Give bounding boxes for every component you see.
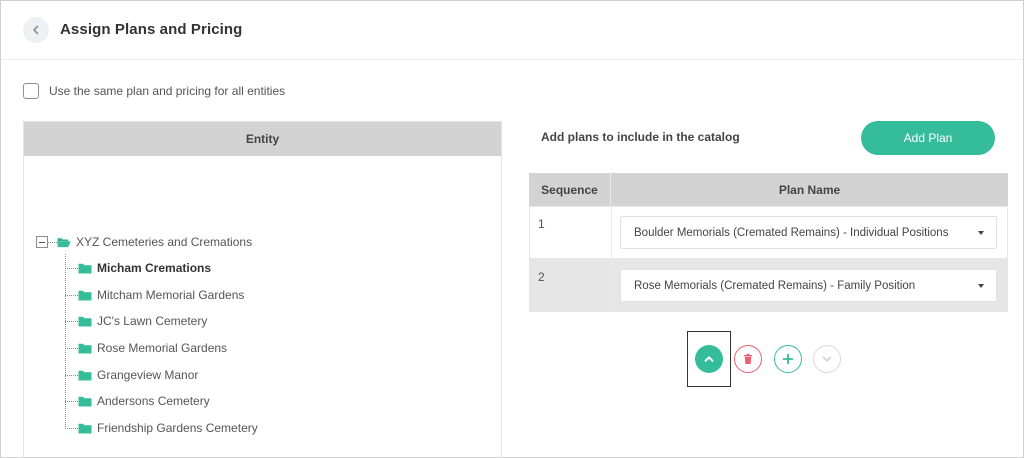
plan-select-value: Rose Memorials (Cremated Remains) - Fami… — [634, 279, 916, 292]
entity-panel: Entity XYZ Cemeteries and Cremations Mic… — [23, 121, 502, 458]
tree-node-mitcham-memorial-gardens[interactable]: Mitcham Memorial Gardens — [65, 285, 244, 305]
folder-icon — [78, 290, 92, 300]
plans-intro-text: Add plans to include in the catalog — [541, 130, 740, 144]
tree-node-andersons-cemetery[interactable]: Andersons Cemetery — [65, 391, 210, 411]
tree-root-label: XYZ Cemeteries and Cremations — [76, 235, 253, 249]
add-plan-button[interactable]: Add Plan — [861, 121, 995, 155]
trash-icon — [744, 353, 752, 364]
entity-header: Entity — [24, 122, 501, 156]
folder-icon — [78, 316, 92, 326]
row-actions — [687, 331, 847, 387]
tree-node-label: Mitcham Memorial Gardens — [97, 288, 245, 302]
folder-icon — [78, 370, 92, 380]
tree-node-label: Rose Memorial Gardens — [97, 341, 228, 355]
plans-table-header: Sequence Plan Name — [529, 173, 1008, 206]
delete-row-button[interactable] — [734, 345, 762, 373]
back-button[interactable] — [23, 17, 49, 43]
tree-node-rose-memorial-gardens[interactable]: Rose Memorial Gardens — [65, 338, 227, 358]
page-title: Assign Plans and Pricing — [60, 21, 243, 38]
tree-node-label: Friendship Gardens Cemetery — [97, 421, 258, 435]
entity-tree: XYZ Cemeteries and Cremations Micham Cre… — [24, 156, 501, 456]
add-row-button[interactable] — [774, 345, 802, 373]
same-plan-option[interactable]: Use the same plan and pricing for all en… — [23, 83, 285, 99]
folder-icon — [78, 263, 92, 273]
plan-select-value: Boulder Memorials (Cremated Remains) - I… — [634, 226, 949, 239]
tree-node-micham-cremations[interactable]: Micham Cremations — [65, 258, 211, 278]
move-down-button[interactable] — [813, 345, 841, 373]
chevron-left-icon — [33, 25, 39, 35]
folder-open-icon — [57, 237, 71, 247]
tree-node-label: Micham Cremations — [97, 261, 212, 275]
chevron-up-icon — [704, 356, 714, 362]
plan-select[interactable]: Boulder Memorials (Cremated Remains) - I… — [620, 216, 997, 249]
same-plan-label: Use the same plan and pricing for all en… — [49, 84, 286, 98]
caret-down-icon — [978, 231, 984, 235]
page-header: Assign Plans and Pricing — [1, 1, 1023, 60]
plus-icon — [782, 353, 794, 365]
tree-node-label: JC's Lawn Cemetery — [97, 314, 208, 328]
move-up-button[interactable] — [695, 345, 723, 373]
folder-icon — [78, 396, 92, 406]
folder-icon — [78, 343, 92, 353]
plans-table: Sequence Plan Name 1 Boulder Memorials (… — [529, 173, 1008, 312]
folder-icon — [78, 423, 92, 433]
page-frame: Assign Plans and Pricing Use the same pl… — [0, 0, 1024, 458]
collapse-toggle[interactable] — [36, 236, 48, 248]
column-header-plan-name[interactable]: Plan Name — [611, 173, 1008, 206]
table-row[interactable]: 1 Boulder Memorials (Cremated Remains) -… — [529, 206, 1008, 259]
tree-root-node[interactable]: XYZ Cemeteries and Cremations — [36, 232, 252, 252]
tree-node-label: Andersons Cemetery — [97, 394, 210, 408]
table-row-selected[interactable]: 2 Rose Memorials (Cremated Remains) - Fa… — [529, 259, 1008, 312]
chevron-down-icon — [822, 356, 832, 362]
caret-down-icon — [978, 284, 984, 288]
tree-node-label: Grangeview Manor — [97, 368, 199, 382]
same-plan-checkbox[interactable] — [23, 83, 39, 99]
tree-node-friendship-gardens-cemetery[interactable]: Friendship Gardens Cemetery — [65, 418, 258, 438]
tree-node-grangeview-manor[interactable]: Grangeview Manor — [65, 365, 198, 385]
column-header-sequence[interactable]: Sequence — [529, 173, 611, 206]
plan-select[interactable]: Rose Memorials (Cremated Remains) - Fami… — [620, 269, 997, 302]
sequence-cell: 1 — [530, 207, 612, 258]
sequence-cell: 2 — [530, 260, 612, 311]
tree-node-jcs-lawn-cemetery[interactable]: JC's Lawn Cemetery — [65, 311, 207, 331]
